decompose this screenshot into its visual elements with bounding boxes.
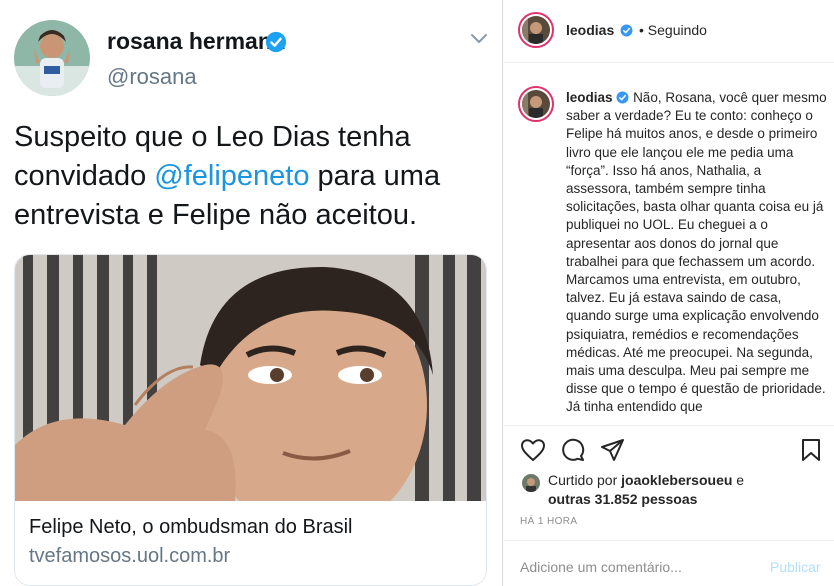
liked-others-link[interactable]: outras 31.852 pessoas: [548, 491, 697, 507]
post-comment-button[interactable]: Publicar: [770, 559, 821, 575]
comment-bar: Adicione um comentário... Publicar: [504, 540, 834, 586]
liker-avatar[interactable]: [522, 474, 540, 492]
verified-badge-icon: [265, 31, 287, 53]
tweet-mention-link[interactable]: @felipeneto: [154, 160, 309, 192]
comment-icon[interactable]: [560, 438, 586, 462]
verified-badge-icon: [620, 24, 633, 37]
card-image: [15, 255, 486, 501]
share-icon[interactable]: [600, 438, 626, 462]
tweet-author-handle[interactable]: @rosana: [107, 64, 197, 90]
divider: [504, 425, 834, 426]
profile-avatar[interactable]: [518, 12, 554, 48]
instagram-post-panel: leodias • Seguindo leodias Não, Rosana, …: [504, 0, 834, 586]
post-header: leodias • Seguindo: [504, 0, 834, 63]
liked-by-user-link[interactable]: joaoklebersoueu: [621, 472, 732, 488]
heart-icon[interactable]: [520, 438, 546, 462]
likes-summary: Curtido por joaoklebersoueu e outras 31.…: [520, 470, 830, 510]
tweet-author-name[interactable]: rosana hermann: [107, 28, 286, 55]
post-caption: leodias Não, Rosana, você quer mesmo sab…: [566, 89, 828, 425]
profile-username[interactable]: leodias: [566, 22, 614, 38]
card-domain: tvefamosos.uol.com.br: [29, 545, 231, 567]
link-preview-card[interactable]: Felipe Neto, o ombudsman do Brasil tvefa…: [14, 254, 487, 586]
caption-avatar[interactable]: [518, 86, 554, 122]
comment-input[interactable]: Adicione um comentário...: [520, 559, 682, 575]
bookmark-icon[interactable]: [800, 438, 822, 462]
card-title: Felipe Neto, o ombudsman do Brasil: [29, 516, 353, 538]
caption-text: Não, Rosana, você quer mesmo saber a ver…: [566, 90, 827, 415]
tweet-avatar[interactable]: [14, 20, 90, 96]
liked-mid: e: [732, 472, 745, 488]
chevron-down-icon[interactable]: [470, 32, 488, 46]
liked-prefix: Curtido por: [548, 472, 622, 488]
verified-badge-icon: [616, 91, 629, 104]
post-timestamp[interactable]: HÁ 1 HORA: [520, 516, 578, 527]
tweet-embed: rosana hermann @rosana Suspeito que o Le…: [0, 0, 503, 586]
following-status[interactable]: • Seguindo: [639, 22, 707, 38]
caption-username[interactable]: leodias: [566, 90, 613, 105]
likes-text: Curtido por joaoklebersoueu e outras 31.…: [548, 471, 828, 509]
action-bar: [504, 436, 834, 466]
tweet-text: Suspeito que o Leo Dias tenha convidado …: [14, 118, 494, 235]
